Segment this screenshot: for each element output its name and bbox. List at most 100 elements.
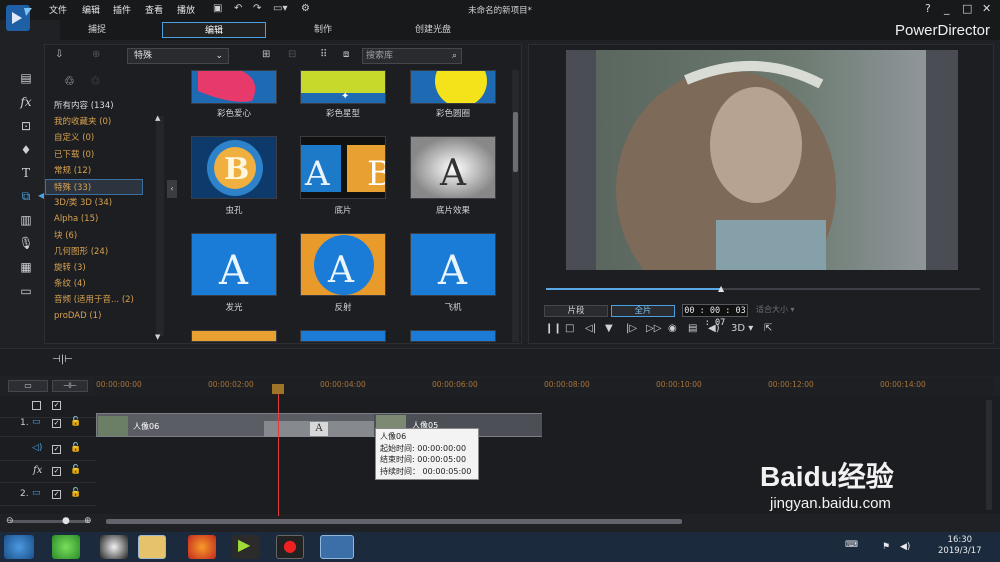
zoom-out-icon[interactable]: ⊖ (6, 516, 14, 526)
stop-icon[interactable]: □ (565, 323, 574, 334)
speaker-icon[interactable]: ◀) (900, 542, 910, 552)
lock-icon[interactable]: 🔓 (70, 488, 81, 498)
previous-frame-icon[interactable]: ◁| (585, 323, 596, 334)
scroll-down-icon[interactable]: ▼ (155, 333, 160, 341)
transition-clip[interactable]: A (264, 421, 374, 437)
track-enable-checkbox[interactable]: ✓ (52, 401, 61, 410)
help-icon[interactable]: ? (925, 2, 931, 15)
category-item[interactable]: 3D/类 3D (34) (54, 195, 154, 211)
search-icon[interactable]: ⌕ (452, 49, 457, 63)
timeline-horizontal-scrollbar[interactable] (106, 519, 682, 524)
chapter-room-icon[interactable]: ▦ (18, 259, 34, 275)
save-icon[interactable]: ▣ (213, 3, 222, 14)
transition-thumb-star[interactable]: ✦ (300, 70, 386, 104)
transition-thumb-wormhole[interactable]: B (191, 136, 277, 199)
powerdirector-taskbar-icon[interactable] (320, 535, 354, 559)
timeline-zoom-slider[interactable] (10, 520, 90, 523)
import-media-icon[interactable]: ⇩ (55, 49, 63, 60)
timeline-vertical-scrollbar[interactable] (986, 400, 992, 510)
subtitle-toggle-icon[interactable]: ▤ (688, 323, 697, 334)
aspect-ratio-icon[interactable]: ▭▾ (273, 3, 287, 14)
category-dropdown[interactable]: 特殊 ⌄ (127, 48, 229, 64)
minimize-icon[interactable]: _ (944, 2, 950, 15)
transition-thumb-film[interactable]: AB (300, 136, 386, 199)
category-item[interactable]: 常规 (12) (54, 163, 154, 179)
audio-mix-room-icon[interactable]: ▥ (18, 212, 34, 228)
taskbar-clock[interactable]: 16:30 2019/3/17 (938, 535, 982, 557)
category-scrollbar[interactable] (156, 116, 164, 336)
track-enable-checkbox[interactable]: ✓ (52, 419, 61, 428)
3d-mode-toggle[interactable]: 3D ▾ (731, 323, 753, 334)
fit-timeline-button[interactable]: ⊣⊢ (52, 380, 88, 392)
scroll-up-icon[interactable]: ▲ (155, 114, 160, 122)
tab-capture[interactable]: 捕捉 (60, 22, 134, 38)
menu-edit[interactable]: 编辑 (82, 3, 100, 16)
transition-thumb[interactable] (191, 330, 277, 342)
menu-play[interactable]: 播放 (177, 3, 195, 16)
zoom-in-icon[interactable]: ⊕ (84, 516, 92, 526)
undock-preview-icon[interactable]: ⇱ (764, 323, 772, 334)
library-scroll-thumb[interactable] (513, 112, 518, 172)
category-item[interactable]: 音频 (适用于音... (2) (54, 292, 154, 308)
tab-create-disc[interactable]: 创建光盘 (396, 22, 470, 38)
fx-room-icon[interactable]: fx (18, 94, 34, 110)
fast-forward-icon[interactable]: ▷▷ (646, 323, 661, 334)
category-item[interactable]: 已下载 (0) (54, 147, 154, 163)
next-frame-icon[interactable]: |▷ (626, 323, 637, 334)
transition-thumb-glow[interactable]: A (191, 233, 277, 296)
category-item-selected[interactable]: 特殊 (33) (45, 178, 143, 196)
transition-thumb-airplane[interactable]: A (410, 233, 496, 296)
undo-icon[interactable]: ↶ (234, 3, 242, 14)
transition-thumb-reflect[interactable]: A (300, 233, 386, 296)
tab-produce[interactable]: 制作 (286, 22, 360, 38)
category-item[interactable]: 块 (6) (54, 228, 154, 244)
category-item[interactable]: 几何图形 (24) (54, 244, 154, 260)
pip-room-icon[interactable]: ⊡ (18, 118, 34, 134)
keyboard-icon[interactable]: ⌨ (845, 540, 858, 550)
redo-icon[interactable]: ↷ (253, 3, 261, 14)
transition-thumb-heart[interactable] (191, 70, 277, 104)
file-explorer-taskbar-icon[interactable] (138, 535, 166, 559)
transition-thumb-film-effect[interactable]: A (410, 136, 496, 199)
collapse-panel-button[interactable]: ‹ (167, 180, 177, 198)
library-scrollbar[interactable] (512, 70, 519, 342)
transition-thumb[interactable] (300, 330, 386, 342)
thumbnail-size-icon[interactable]: ⧈ (343, 49, 349, 60)
menu-file[interactable]: 文件 (49, 3, 67, 16)
particle-room-icon[interactable]: ♦ (18, 142, 34, 158)
category-item[interactable]: 旋转 (3) (54, 260, 154, 276)
recorder-taskbar-icon[interactable]: ● (276, 535, 304, 559)
transition-thumb-circle[interactable] (410, 70, 496, 104)
settings-gear-icon[interactable]: ⚙ (301, 3, 310, 14)
menu-plugins[interactable]: 插件 (113, 3, 131, 16)
video-app-taskbar-icon[interactable]: ▶ (232, 535, 260, 559)
category-item[interactable]: 自定义 (0) (54, 130, 154, 146)
lock-icon[interactable]: 🔓 (70, 465, 81, 475)
add-favorite-tag-icon[interactable]: ♲ (64, 74, 75, 88)
flag-icon[interactable]: ⚑ (882, 542, 890, 552)
track-manager-button[interactable]: ▭ (8, 380, 48, 392)
zoom-handle-icon[interactable]: ● (62, 516, 70, 526)
clip-mode-tab[interactable]: 片段 (544, 305, 608, 317)
add-to-timeline-icon[interactable]: ⊞ (262, 49, 270, 60)
taskbar-app-icon[interactable] (52, 535, 80, 559)
track-display-icon[interactable] (32, 401, 41, 410)
transition-thumb[interactable] (410, 330, 496, 342)
title-room-icon[interactable]: T (18, 165, 34, 181)
subtitle-room-icon[interactable]: ▭ (18, 283, 34, 299)
firefox-taskbar-icon[interactable] (188, 535, 216, 559)
mark-icon[interactable]: ▼ (605, 323, 613, 334)
menu-view[interactable]: 查看 (145, 3, 163, 16)
track-enable-checkbox[interactable]: ✓ (52, 445, 61, 454)
snapshot-camera-icon[interactable]: ◉ (668, 323, 677, 334)
split-clip-icon[interactable]: ⊣|⊢ (52, 354, 73, 365)
volume-icon[interactable]: ◀) (708, 323, 720, 334)
tab-edit[interactable]: 编辑 (162, 22, 266, 38)
playhead-handle[interactable] (272, 384, 284, 394)
seek-handle-icon[interactable]: ▲ (718, 284, 727, 293)
lock-icon[interactable]: 🔓 (70, 443, 81, 453)
category-item[interactable]: Alpha (15) (54, 211, 154, 227)
maximize-icon[interactable]: □ (962, 2, 972, 15)
category-item[interactable]: 所有内容 (134) (54, 98, 154, 114)
close-icon[interactable]: ✕ (982, 2, 991, 15)
